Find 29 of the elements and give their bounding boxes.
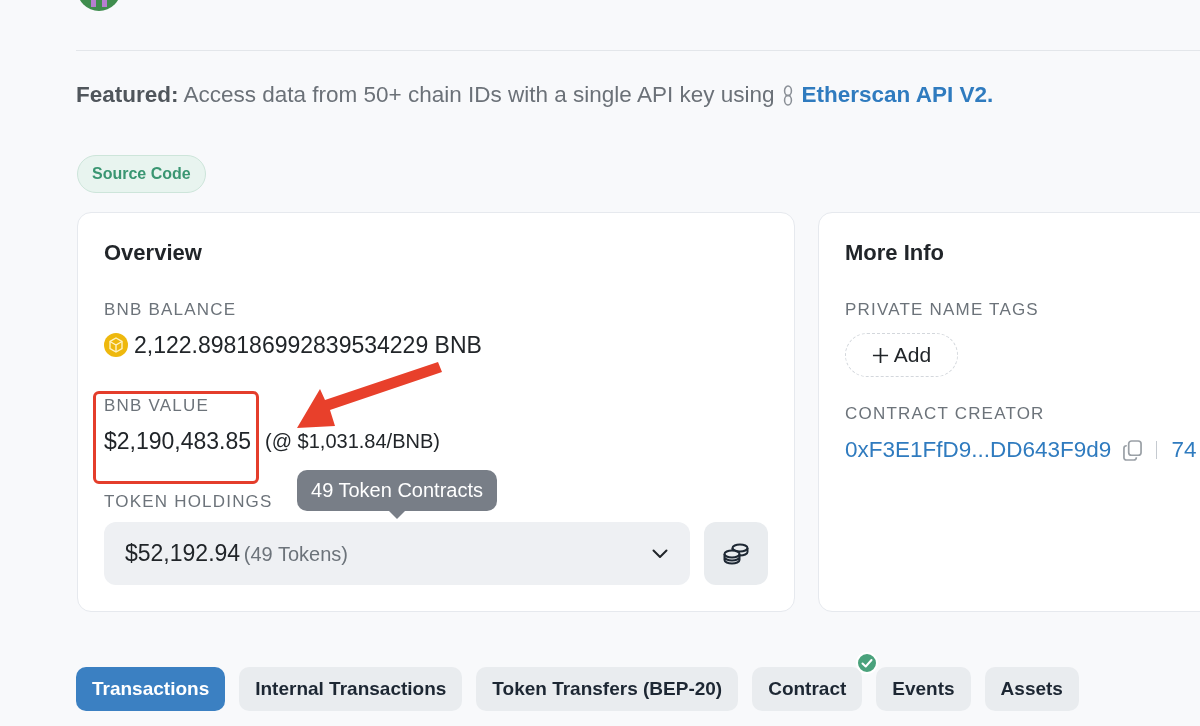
tab[interactable]: Assets — [984, 667, 1079, 711]
token-holdings-dropdown[interactable]: $52,192.94 (49 Tokens) — [104, 522, 690, 585]
tab[interactable]: Token Transfers (BEP-20) — [476, 667, 739, 711]
plus-icon — [871, 346, 889, 364]
balance-value: 2,122.898186992839534229 BNB — [134, 331, 482, 359]
creator-address-link[interactable]: 0xF3E1FfD9...DD643F9d9 — [845, 437, 1112, 463]
tooltip: 49 Token Contracts — [297, 470, 497, 519]
api-link[interactable]: Etherscan API V2. — [801, 81, 994, 109]
coins-button[interactable] — [704, 522, 768, 585]
card-title: More Info — [845, 239, 945, 267]
field-label: CONTRACT CREATOR — [845, 403, 1045, 425]
chain-icon — [782, 84, 795, 106]
tab[interactable]: Events — [876, 667, 971, 711]
card-title: Overview — [104, 239, 203, 267]
tab[interactable]: Transactions — [76, 667, 226, 711]
tab[interactable]: Internal Transactions — [239, 667, 463, 711]
coin-icon — [104, 333, 128, 357]
add-tag-button[interactable]: Add — [845, 333, 958, 377]
field-label: TOKEN HOLDINGS — [104, 491, 273, 513]
chevron-down-icon — [652, 548, 668, 559]
field-label: BNB VALUE — [104, 395, 209, 417]
field-label: BNB BALANCE — [104, 299, 237, 321]
usd-value: $2,190,483.85 — [104, 427, 252, 455]
copy-icon[interactable] — [1123, 439, 1143, 461]
price-rate: (@ $1,031.84/BNB) — [265, 429, 440, 454]
creation-tx-link[interactable]: 74 — [1171, 437, 1197, 463]
coins-icon — [723, 542, 749, 565]
featured-text: Featured: Access data from 50+ chain IDs with a single API key using — [76, 81, 775, 109]
field-label: PRIVATE NAME TAGS — [845, 299, 1039, 321]
